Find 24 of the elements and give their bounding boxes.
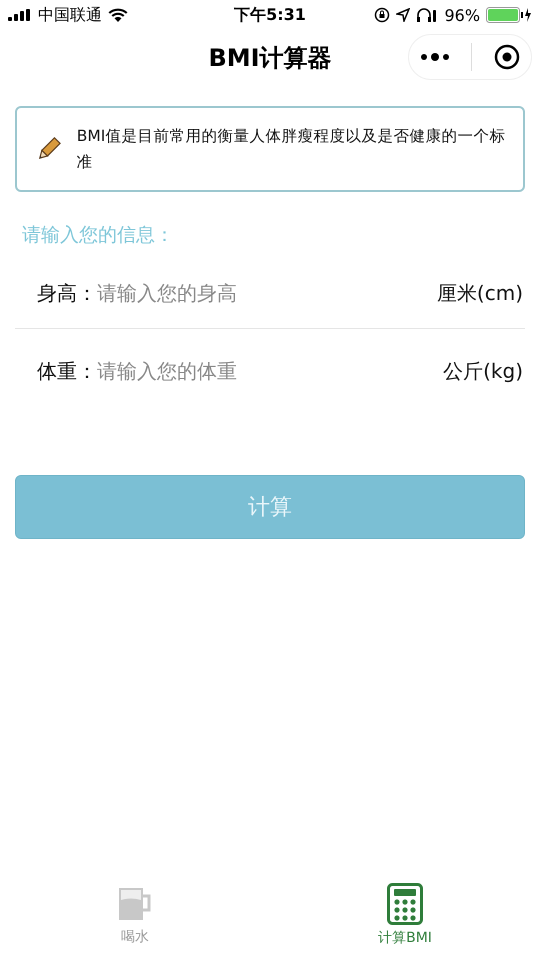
close-target-icon[interactable] bbox=[494, 44, 520, 70]
input-field[interactable]: 请输入您的体重 bbox=[97, 359, 444, 383]
rotation-lock-icon bbox=[374, 7, 390, 23]
carrier-name: 中国联通 bbox=[38, 4, 102, 26]
battery-percent: 96% bbox=[444, 6, 480, 24]
form-heading: 请输入您的信息： bbox=[22, 223, 174, 248]
unit-label: 公斤(kg) bbox=[443, 358, 523, 384]
calculate-button[interactable]: 计算 bbox=[15, 475, 525, 539]
battery-icon bbox=[486, 7, 532, 23]
page-title: BMI计算器 bbox=[208, 43, 332, 74]
calculator-icon bbox=[387, 883, 423, 925]
status-time: 下午5:31 bbox=[234, 4, 306, 26]
more-icon[interactable] bbox=[420, 52, 450, 62]
signal-icon bbox=[8, 9, 32, 21]
field-label: 身高： bbox=[37, 280, 97, 306]
field-label: 体重： bbox=[37, 358, 97, 384]
tab-item[interactable]: 计算BMI bbox=[270, 870, 540, 960]
input-field[interactable]: 请输入您的身高 bbox=[97, 281, 437, 305]
notice-text: BMI值是目前常用的衡量人体胖瘦程度以及是否健康的一个标准 bbox=[76, 126, 506, 173]
wifi-icon bbox=[108, 8, 128, 22]
unit-label: 厘米(cm) bbox=[436, 280, 523, 306]
location-icon bbox=[396, 8, 410, 22]
tab-item[interactable]: 喝水 bbox=[0, 870, 270, 960]
headphones-icon bbox=[416, 7, 438, 23]
